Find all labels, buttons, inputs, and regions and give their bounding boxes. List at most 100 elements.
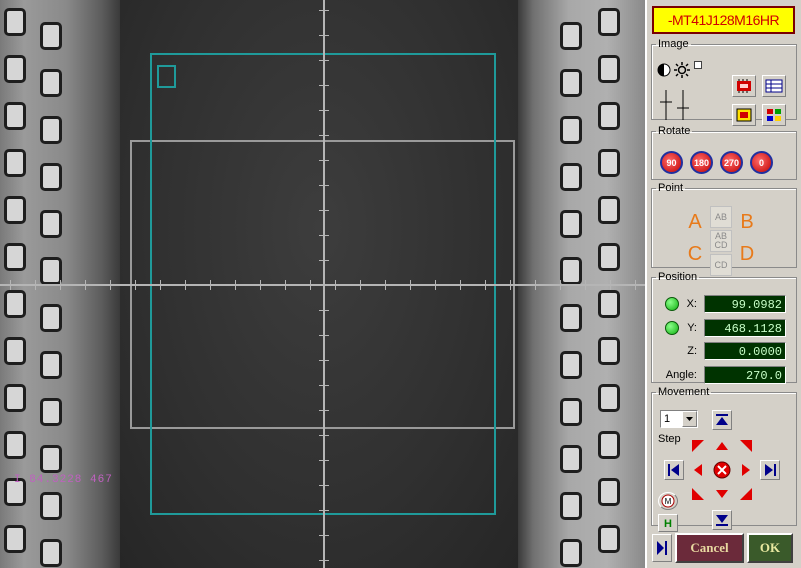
z-label: Z: [687, 345, 697, 357]
lead-pad [4, 55, 26, 83]
lead-pad [4, 102, 26, 130]
lead-pad [598, 431, 620, 459]
chip-layout-icon[interactable] [732, 104, 756, 126]
crosshair-tick [135, 280, 136, 290]
crosshair-tick [319, 285, 329, 286]
xray-image-viewer[interactable]: I 84.3228 467 [0, 0, 645, 568]
move-down-left-button[interactable] [688, 484, 708, 504]
lead-pad [40, 116, 62, 144]
angle-value: 270.0 [704, 366, 786, 384]
crosshair-tick [319, 310, 329, 311]
move-down-button[interactable] [712, 484, 732, 504]
chevron-down-icon[interactable] [682, 411, 697, 427]
crosshair-tick [319, 135, 329, 136]
position-group: Position X: 99.0982 Y: 468.1128 Z: 0.000… [651, 271, 797, 384]
image-group: Image [651, 38, 797, 126]
crosshair-tick [319, 10, 329, 11]
lead-pad [560, 539, 582, 567]
crosshair-tick [235, 280, 236, 290]
crosshair-tick [285, 280, 286, 290]
lead-pad [40, 351, 62, 379]
crosshair-tick [319, 460, 329, 461]
slider-icon[interactable] [656, 86, 694, 122]
move-left-limit-button[interactable] [664, 460, 684, 480]
lead-pad [40, 445, 62, 473]
crosshair-tick [319, 85, 329, 86]
crosshair-tick [160, 280, 161, 290]
lead-pad [4, 525, 26, 553]
move-left-button[interactable] [688, 460, 708, 480]
lead-pad [4, 243, 26, 271]
crosshair-tick [460, 280, 461, 290]
crosshair-tick [319, 185, 329, 186]
rotate-270-button[interactable]: 270 [720, 151, 743, 174]
svg-text:H: H [664, 518, 672, 529]
motor-icon[interactable]: M [658, 492, 678, 510]
chip-view-icon[interactable] [732, 75, 756, 97]
crosshair-tick [485, 280, 486, 290]
point-b-button[interactable]: B [734, 208, 760, 236]
lead-pad [4, 196, 26, 224]
control-panel: -MT41J128M16HR Image Rotate 90 180 270 0 [645, 0, 801, 568]
rotate-0-button[interactable]: 0 [750, 151, 773, 174]
lead-pad [4, 431, 26, 459]
move-bottom-limit-button[interactable] [712, 510, 732, 530]
lead-pad [598, 196, 620, 224]
rotate-group-legend: Rotate [658, 125, 691, 137]
crosshair-tick [260, 280, 261, 290]
table-view-icon[interactable] [762, 75, 786, 97]
skip-forward-icon[interactable] [652, 534, 672, 562]
lead-pad [560, 210, 582, 238]
rotate-90-button[interactable]: 90 [660, 151, 683, 174]
move-right-limit-button[interactable] [760, 460, 780, 480]
crosshair-tick [435, 280, 436, 290]
brightness-icon[interactable] [674, 62, 690, 78]
image-option-checkbox[interactable] [694, 61, 702, 69]
crosshair-tick [635, 280, 636, 290]
lead-pad [598, 525, 620, 553]
lead-pad [560, 116, 582, 144]
lead-pad [560, 445, 582, 473]
move-up-left-button[interactable] [688, 436, 708, 456]
move-top-limit-button[interactable] [712, 410, 732, 430]
device-title: -MT41J128M16HR [652, 6, 795, 34]
point-c-button[interactable]: C [682, 240, 708, 268]
rotate-180-button[interactable]: 180 [690, 151, 713, 174]
point-a-button[interactable]: A [682, 208, 708, 236]
stop-button[interactable] [712, 460, 732, 480]
crosshair-tick [319, 360, 329, 361]
move-up-right-button[interactable] [736, 436, 756, 456]
reference-marker-box[interactable] [157, 65, 176, 88]
move-up-button[interactable] [712, 436, 732, 456]
ok-button[interactable]: OK [747, 533, 793, 563]
point-abcd-button[interactable]: AB CD [710, 230, 732, 252]
cancel-button[interactable]: Cancel [675, 533, 744, 563]
lead-pad [598, 384, 620, 412]
crosshair-tick [319, 335, 329, 336]
lead-pad [598, 243, 620, 271]
move-down-right-button[interactable] [736, 484, 756, 504]
crosshair-tick [319, 535, 329, 536]
contrast-icon[interactable] [656, 62, 672, 78]
crosshair-tick [110, 280, 111, 290]
home-button[interactable]: H [658, 514, 678, 532]
step-select[interactable]: 1 [660, 410, 698, 428]
y-label: Y: [687, 322, 697, 334]
crosshair-tick [319, 560, 329, 561]
lead-pad [4, 337, 26, 365]
x-label: X: [686, 298, 697, 310]
cursor-coordinate-readout: I 84.3228 467 [14, 474, 113, 486]
point-ab-button[interactable]: AB [710, 206, 732, 228]
crosshair-tick [410, 280, 411, 290]
point-d-button[interactable]: D [734, 240, 760, 268]
crosshair-tick [319, 160, 329, 161]
crosshair-tick [185, 280, 186, 290]
lead-pad [560, 22, 582, 50]
crosshair-tick [360, 280, 361, 290]
crosshair-tick [319, 35, 329, 36]
lead-pad [40, 304, 62, 332]
crosshair-tick [335, 280, 336, 290]
lead-pad [40, 539, 62, 567]
move-right-button[interactable] [736, 460, 756, 480]
color-palette-icon[interactable] [762, 104, 786, 126]
